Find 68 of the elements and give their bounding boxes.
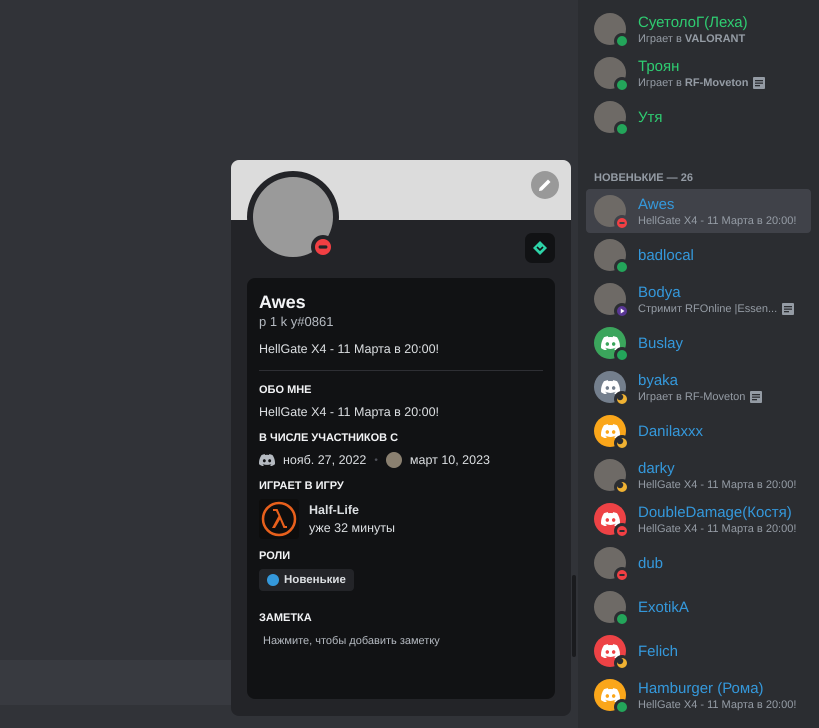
section-title: ИГРАЕТ В ИГРУ <box>259 479 345 493</box>
member-name: dub <box>638 554 664 572</box>
member-item[interactable]: byaka Играет в RF-Moveton <box>586 365 811 409</box>
member-name: Троян <box>638 56 680 76</box>
member-item[interactable]: Awes HellGate X4 - 11 Марта в 20:00! <box>586 189 811 233</box>
discord-logo-icon <box>259 454 275 466</box>
member-name: Danilaxxx <box>638 422 704 440</box>
section-title: РОЛИ <box>259 549 292 563</box>
discord-join-date: нояб. 27, 2022 <box>283 452 366 469</box>
section-title: ЗАМЕТКА <box>259 611 313 625</box>
member-item[interactable]: darky HellGate X4 - 11 Марта в 20:00! <box>586 453 811 497</box>
group-header: НОВЕНЬКИЕ — 26 <box>593 171 694 186</box>
display-name: Awes <box>259 291 307 314</box>
member-item[interactable]: Felich <box>586 629 811 673</box>
game-logo-icon <box>259 499 299 539</box>
game-elapsed: уже 32 минуты <box>309 520 395 537</box>
discord-logo-icon <box>600 688 620 702</box>
member-item[interactable]: ExotikA <box>586 585 811 629</box>
diamond-icon <box>533 241 547 255</box>
member-activity: HellGate X4 - 11 Марта в 20:00! <box>638 522 796 536</box>
section-title: ОБО МНЕ <box>259 383 313 397</box>
member-name: Awes <box>638 194 676 214</box>
member-item[interactable]: Троян Играет в RF-Moveton <box>586 51 811 95</box>
server-icon <box>386 452 402 468</box>
discord-logo-icon <box>600 644 620 658</box>
about-text: HellGate X4 - 11 Марта в 20:00! <box>259 404 440 421</box>
member-item[interactable]: Утя <box>586 95 811 139</box>
discord-logo-icon <box>600 424 620 438</box>
member-item[interactable]: DoubleDamage(Костя) HellGate X4 - 11 Марта в 20:00! <box>586 497 811 541</box>
discord-logo-icon <box>600 380 620 394</box>
member-name: СуетолоГ(Леха) <box>638 12 748 32</box>
member-item[interactable]: Buslay <box>586 321 811 365</box>
member-name: Hamburger (Рома) <box>638 678 765 698</box>
server-join-date: март 10, 2023 <box>410 452 490 469</box>
member-activity: HellGate X4 - 11 Марта в 20:00! <box>638 214 796 228</box>
role-tag[interactable]: Новенькие <box>259 569 354 591</box>
member-item[interactable]: СуетолоГ(Леха) Играет в VALORANT <box>586 7 811 51</box>
game-title: Half-Life <box>309 502 360 519</box>
member-item[interactable]: badlocal <box>586 233 811 277</box>
custom-status: HellGate X4 - 11 Марта в 20:00! <box>259 341 440 358</box>
member-activity: Играет в VALORANT <box>638 32 746 46</box>
member-item[interactable]: dub <box>586 541 811 585</box>
separator-dot: • <box>374 454 378 466</box>
edit-profile-button[interactable] <box>531 171 559 199</box>
username: p 1 k y#0861 <box>259 314 334 330</box>
member-activity: HellGate X4 - 11 Марта в 20:00! <box>638 478 796 492</box>
pencil-icon <box>538 178 552 192</box>
member-name: Felich <box>638 642 678 660</box>
member-name: darky <box>638 458 676 478</box>
member-name: Bodya <box>638 282 682 302</box>
member-item[interactable]: Hamburger (Рома) HellGate X4 - 11 Марта в 20:00! <box>586 673 811 717</box>
discord-logo-icon <box>600 336 620 350</box>
profile-badge[interactable] <box>525 233 555 263</box>
note-field[interactable]: Нажмите, чтобы добавить заметку <box>259 631 543 651</box>
section-title: В ЧИСЛЕ УЧАСТНИКОВ С <box>259 431 400 445</box>
discord-logo-icon <box>600 512 620 526</box>
member-activity: HellGate X4 - 11 Марта в 20:00! <box>638 698 796 712</box>
member-name: ExotikA <box>638 598 689 616</box>
member-activity: Играет в RF-Moveton <box>638 76 748 90</box>
member-activity: Стримит RFOnline |Essen... <box>638 302 778 316</box>
member-name: badlocal <box>638 246 694 264</box>
member-activity: Играет в RF-Moveton <box>638 390 746 404</box>
member-name: Утя <box>638 108 663 126</box>
member-name: byaka <box>638 370 680 390</box>
member-name: DoubleDamage(Костя) <box>638 502 793 522</box>
member-name: Buslay <box>638 334 684 352</box>
member-item[interactable]: Danilaxxx <box>586 409 811 453</box>
member-item[interactable]: Bodya Стримит RFOnline |Essen... <box>586 277 811 321</box>
